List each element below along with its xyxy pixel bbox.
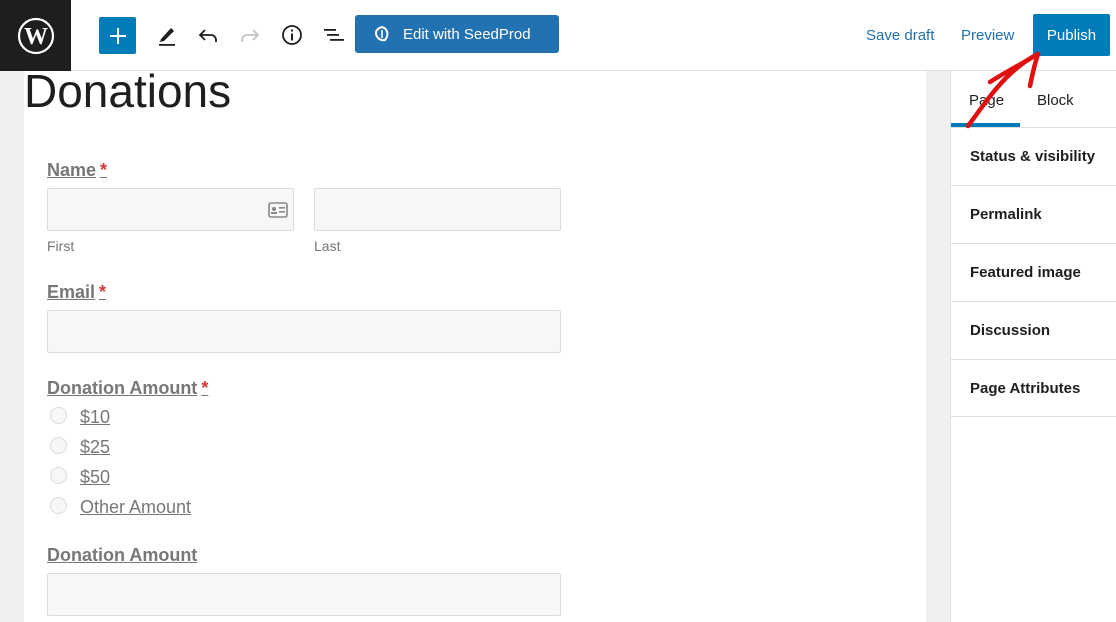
plus-icon xyxy=(109,27,126,44)
svg-text:W: W xyxy=(24,24,48,50)
editor-header: W Edit with SeedProd Save draft Preview … xyxy=(0,0,1116,71)
email-label-text: Email xyxy=(47,282,96,302)
radio-other[interactable] xyxy=(50,497,67,514)
radio-option-50[interactable]: $50 xyxy=(80,467,110,488)
radio-50[interactable] xyxy=(50,467,67,484)
panel-page-attributes[interactable]: Page Attributes xyxy=(951,359,1116,417)
first-sublabel: First xyxy=(47,238,75,254)
radio-option-10[interactable]: $10 xyxy=(80,407,110,428)
donation-choice-label-text: Donation Amount xyxy=(47,378,198,398)
redo-icon xyxy=(241,29,260,42)
radio-10[interactable] xyxy=(50,407,67,424)
email-input[interactable] xyxy=(47,310,561,353)
required-asterisk: * xyxy=(201,378,209,398)
redo-button[interactable] xyxy=(232,17,268,53)
tools-button[interactable] xyxy=(149,17,185,53)
list-view-icon xyxy=(324,29,344,41)
required-asterisk: * xyxy=(100,160,108,180)
radio-option-other[interactable]: Other Amount xyxy=(80,497,191,518)
donation-amount-label-text: Donation Amount xyxy=(47,545,198,565)
contact-card-icon xyxy=(268,202,288,218)
undo-icon xyxy=(198,29,217,42)
donation-amount-label: Donation Amount xyxy=(47,545,197,566)
required-asterisk: * xyxy=(99,282,107,302)
pencil-icon xyxy=(159,28,175,46)
panel-featured-image[interactable]: Featured image xyxy=(951,243,1116,301)
email-label: Email * xyxy=(47,282,106,303)
name-label-text: Name xyxy=(47,160,97,180)
name-last-input[interactable] xyxy=(314,188,561,231)
details-button[interactable] xyxy=(274,17,310,53)
panel-status-visibility[interactable]: Status & visibility xyxy=(951,127,1116,185)
list-view-button[interactable] xyxy=(316,17,352,53)
name-first-input[interactable] xyxy=(47,188,294,231)
panel-permalink[interactable]: Permalink xyxy=(951,185,1116,243)
radio-option-25[interactable]: $25 xyxy=(80,437,110,458)
name-label: Name * xyxy=(47,160,107,181)
radio-25[interactable] xyxy=(50,437,67,454)
undo-button[interactable] xyxy=(190,17,226,53)
seedprod-leaf-icon xyxy=(374,25,389,42)
annotation-arrow-icon xyxy=(965,51,1041,129)
add-block-button[interactable] xyxy=(99,17,136,54)
info-icon xyxy=(282,25,302,45)
last-sublabel: Last xyxy=(314,238,341,254)
edit-with-seedprod-button[interactable]: Edit with SeedProd xyxy=(355,15,559,53)
panel-discussion[interactable]: Discussion xyxy=(951,301,1116,359)
wordpress-logo-icon[interactable]: W xyxy=(0,0,71,71)
save-draft-button[interactable]: Save draft xyxy=(866,27,934,44)
donation-choice-label: Donation Amount * xyxy=(47,378,208,399)
page-title[interactable]: Donations xyxy=(24,64,231,118)
donation-amount-input[interactable] xyxy=(47,573,561,616)
seedprod-button-label: Edit with SeedProd xyxy=(403,25,531,43)
